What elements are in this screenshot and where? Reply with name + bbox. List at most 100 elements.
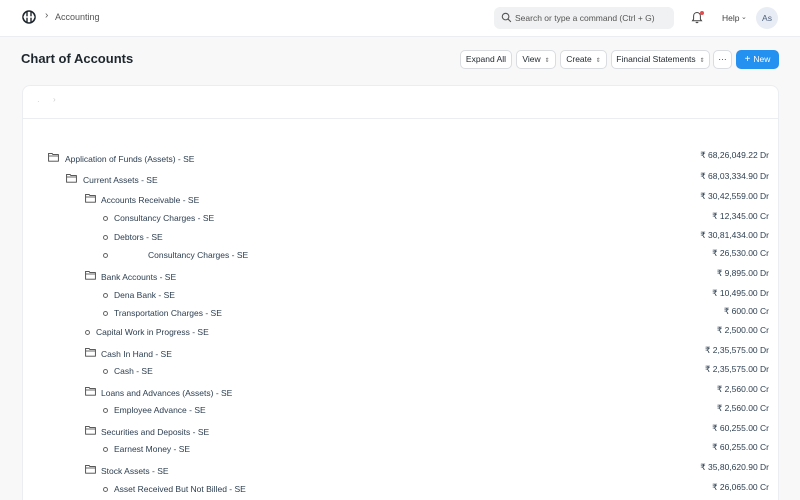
tree-row[interactable]: Employee Advance - SE ₹ 2,560.00 Cr <box>0 402 800 420</box>
tree-row[interactable]: Debtors - SE ₹ 30,81,434.00 Dr <box>0 229 800 247</box>
plus-icon: + <box>744 54 751 65</box>
account-balance: ₹ 2,35,575.00 Dr <box>704 345 769 355</box>
new-label: New <box>753 54 771 64</box>
account-balance: ₹ 2,500.00 Cr <box>716 325 769 335</box>
tree-row[interactable]: Asset Received But Not Billed - SE ₹ 26,0… <box>0 481 800 499</box>
page-title: Chart of Accounts <box>21 51 134 66</box>
help-chevron-down-icon[interactable]: ⌄ <box>741 13 747 21</box>
account-name[interactable]: Cash - SE <box>114 366 153 376</box>
view-sort-icon: ⇕ <box>544 58 550 64</box>
tree-row[interactable]: Transportation Charges - SE ₹ 600.00 Cr <box>0 305 800 323</box>
view-button[interactable]: View ⇕ <box>516 50 556 69</box>
toolbar-placeholder-icon: · <box>37 97 40 106</box>
account-balance: ₹ 2,560.00 Cr <box>716 403 769 413</box>
leaf-node-icon <box>103 447 108 452</box>
breadcrumb-chevron-icon: › <box>45 10 49 21</box>
financial-statements-button[interactable]: Financial Statements ⇕ <box>611 50 710 69</box>
account-balance: ₹ 10,495.00 Dr <box>712 288 769 298</box>
account-name[interactable]: Consultancy Charges - SE <box>114 213 214 223</box>
tree-row[interactable]: Application of Funds (Assets) - SE ₹ 68,2… <box>0 150 800 168</box>
account-balance: ₹ 2,560.00 Cr <box>716 384 769 394</box>
account-balance: ₹ 600.00 Cr <box>723 306 769 316</box>
tree-row[interactable]: Capital Work in Progress - SE ₹ 2,500.00 … <box>0 324 800 342</box>
tree-row[interactable]: Earnest Money - SE ₹ 60,255.00 Cr <box>0 441 800 459</box>
tree-row[interactable]: Consultancy Charges - SE ₹ 26,530.00 Cr <box>0 247 800 265</box>
account-balance: ₹ 12,345.00 Cr <box>712 211 769 221</box>
account-balance: ₹ 30,81,434.00 Dr <box>700 230 769 240</box>
tree-row[interactable]: Loans and Advances (Assets) - SE ₹ 2,560.… <box>0 384 800 402</box>
account-name[interactable]: Asset Received But Not Billed - SE <box>114 484 246 494</box>
account-name[interactable]: Consultancy Charges - SE <box>148 250 248 260</box>
leaf-node-icon <box>103 235 108 240</box>
leaf-node-icon <box>85 330 90 335</box>
new-button[interactable]: + New <box>736 50 779 69</box>
account-name[interactable]: Stock Assets - SE <box>101 466 169 476</box>
account-name[interactable]: Capital Work in Progress - SE <box>96 327 209 337</box>
tree-row[interactable]: Bank Accounts - SE ₹ 9,895.00 Dr <box>0 268 800 286</box>
folder-icon[interactable] <box>85 193 96 203</box>
tree-row[interactable]: Accounts Receivable - SE ₹ 30,42,559.00 D… <box>0 191 800 209</box>
account-name[interactable]: Application of Funds (Assets) - SE <box>65 154 194 164</box>
account-balance: ₹ 60,255.00 Cr <box>712 423 769 433</box>
folder-icon[interactable] <box>85 425 96 435</box>
financial-statements-label: Financial Statements <box>616 54 696 64</box>
leaf-node-icon <box>103 311 108 316</box>
account-name[interactable]: Dena Bank - SE <box>114 290 175 300</box>
tree-row[interactable]: Current Assets - SE ₹ 68,03,334.90 Dr <box>0 171 800 189</box>
account-balance: ₹ 26,530.00 Cr <box>712 248 769 258</box>
search-placeholder: Search or type a command (Ctrl + G) <box>515 13 655 23</box>
account-name[interactable]: Bank Accounts - SE <box>101 272 176 282</box>
account-balance: ₹ 26,065.00 Cr <box>712 482 769 492</box>
tree-row[interactable]: Stock Assets - SE ₹ 35,80,620.90 Dr <box>0 462 800 480</box>
more-actions-button[interactable]: ··· <box>713 50 732 69</box>
account-name[interactable]: Loans and Advances (Assets) - SE <box>101 388 232 398</box>
more-icon: ··· <box>718 54 727 64</box>
app-logo-icon[interactable] <box>22 10 36 24</box>
tree-row[interactable]: Cash In Hand - SE ₹ 2,35,575.00 Dr <box>0 345 800 363</box>
account-name[interactable]: Employee Advance - SE <box>114 405 206 415</box>
account-balance: ₹ 2,35,575.00 Dr <box>704 364 769 374</box>
account-balance: ₹ 68,03,334.90 Dr <box>700 171 769 181</box>
expand-all-button[interactable]: Expand All <box>460 50 512 69</box>
folder-icon[interactable] <box>85 347 96 357</box>
tree-row[interactable]: Consultancy Charges - SE ₹ 12,345.00 Cr <box>0 210 800 228</box>
account-name[interactable]: Accounts Receivable - SE <box>101 195 199 205</box>
create-sort-icon: ⇕ <box>595 58 601 64</box>
account-balance: ₹ 9,895.00 Dr <box>716 268 769 278</box>
account-balance: ₹ 35,80,620.90 Dr <box>700 462 769 472</box>
account-name[interactable]: Current Assets - SE <box>83 175 158 185</box>
account-balance: ₹ 68,26,049.22 Dr <box>700 150 769 160</box>
expand-all-label: Expand All <box>465 54 507 64</box>
folder-icon[interactable] <box>85 464 96 474</box>
folder-icon[interactable] <box>85 386 96 396</box>
account-balance: ₹ 30,42,559.00 Dr <box>700 191 769 201</box>
user-avatar[interactable]: As <box>756 7 778 29</box>
view-label: View <box>522 54 541 64</box>
breadcrumb-accounting[interactable]: Accounting <box>55 12 100 22</box>
help-menu[interactable]: Help <box>722 13 739 23</box>
account-name[interactable]: Debtors - SE <box>114 232 163 242</box>
account-name[interactable]: Earnest Money - SE <box>114 444 190 454</box>
leaf-node-icon <box>103 369 108 374</box>
tree-row[interactable]: Securities and Deposits - SE ₹ 60,255.00 … <box>0 423 800 441</box>
tree-row[interactable]: Cash - SE ₹ 2,35,575.00 Dr <box>0 363 800 381</box>
leaf-node-icon <box>103 293 108 298</box>
leaf-node-icon <box>103 216 108 221</box>
notification-dot <box>700 11 704 15</box>
financial-statements-sort-icon: ⇕ <box>699 58 705 64</box>
folder-icon[interactable] <box>85 270 96 280</box>
account-balance: ₹ 60,255.00 Cr <box>712 442 769 452</box>
account-name[interactable]: Transportation Charges - SE <box>114 308 222 318</box>
navbar: › Accounting Search or type a command (C… <box>0 0 800 37</box>
create-button[interactable]: Create ⇕ <box>560 50 607 69</box>
account-name[interactable]: Securities and Deposits - SE <box>101 427 209 437</box>
toolbar-placeholder-icon: › <box>53 95 56 104</box>
folder-icon[interactable] <box>66 173 77 183</box>
create-label: Create <box>566 54 592 64</box>
leaf-node-icon <box>103 408 108 413</box>
tree-row[interactable]: Dena Bank - SE ₹ 10,495.00 Dr <box>0 287 800 305</box>
card-header: · › <box>23 86 778 119</box>
account-name[interactable]: Cash In Hand - SE <box>101 349 172 359</box>
folder-icon[interactable] <box>48 152 59 162</box>
search-bar[interactable]: Search or type a command (Ctrl + G) <box>494 7 674 29</box>
